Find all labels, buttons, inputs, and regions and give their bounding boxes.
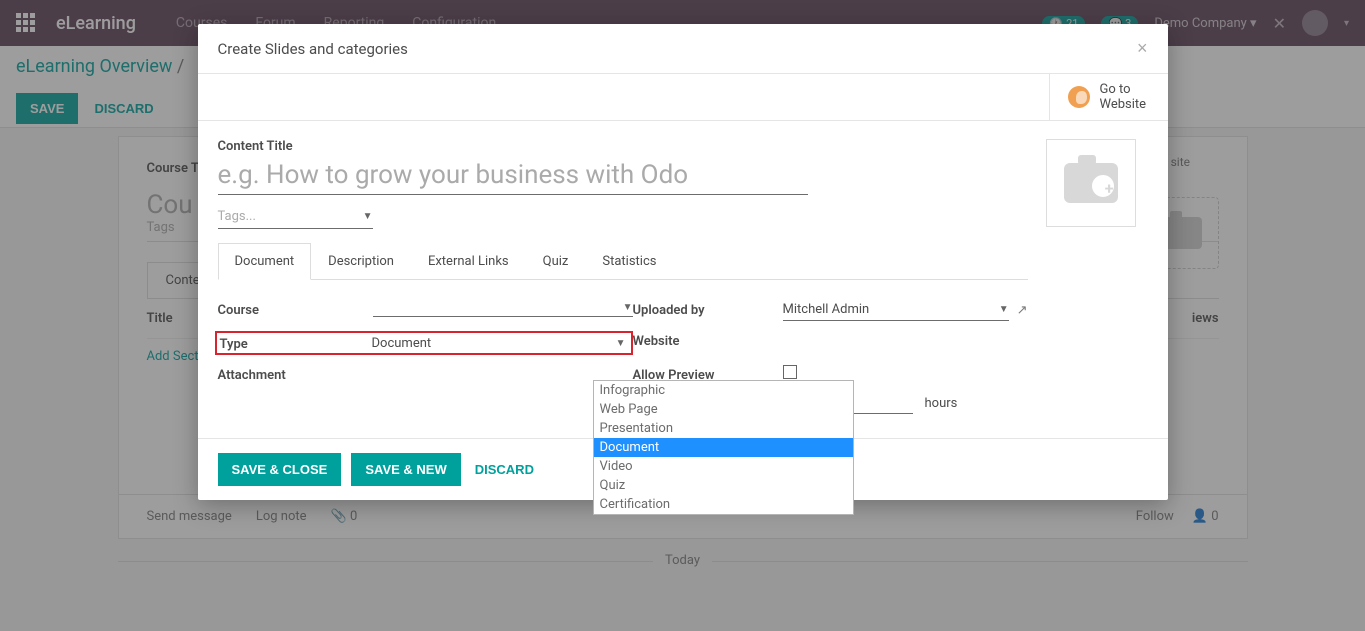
content-title-input[interactable]: e.g. How to grow your business with Odo: [218, 158, 808, 195]
tab-document[interactable]: Document: [218, 243, 312, 280]
content-title-label: Content Title: [218, 139, 1028, 154]
chevron-down-icon: ▼: [616, 338, 626, 349]
website-label: Website: [633, 331, 783, 349]
modal-header: Create Slides and categories ×: [198, 24, 1168, 74]
tab-quiz[interactable]: Quiz: [526, 243, 586, 279]
close-icon[interactable]: ×: [1137, 38, 1148, 59]
type-option-certification[interactable]: Certification: [594, 495, 853, 514]
type-option-document[interactable]: Document: [594, 438, 853, 457]
type-option-presentation[interactable]: Presentation: [594, 419, 853, 438]
external-link-icon[interactable]: ↗: [1017, 303, 1028, 318]
goto-website-button[interactable]: Go to Website: [1049, 74, 1168, 120]
type-row-highlight: Type Document ▼: [215, 331, 633, 355]
chevron-down-icon: ▼: [999, 304, 1009, 315]
tab-description[interactable]: Description: [311, 243, 411, 279]
uploaded-by-input[interactable]: Mitchell Admin ▼: [783, 300, 1009, 321]
hours-label: hours: [925, 396, 958, 411]
camera-icon: +: [1064, 163, 1118, 203]
type-dropdown: Infographic Web Page Presentation Docume…: [593, 380, 854, 515]
type-option-webpage[interactable]: Web Page: [594, 400, 853, 419]
save-new-button[interactable]: SAVE & NEW: [351, 453, 460, 486]
tags-input[interactable]: Tags... ▼: [218, 207, 373, 229]
modal-subheader: Go to Website: [198, 74, 1168, 121]
type-option-quiz[interactable]: Quiz: [594, 476, 853, 495]
tab-external-links[interactable]: External Links: [411, 243, 526, 279]
type-option-video[interactable]: Video: [594, 457, 853, 476]
image-upload[interactable]: +: [1046, 139, 1136, 227]
type-select[interactable]: Document ▼: [372, 336, 632, 351]
allow-preview-checkbox[interactable]: [783, 365, 797, 379]
tab-statistics[interactable]: Statistics: [585, 243, 673, 279]
goto-website-label: Go to Website: [1100, 82, 1150, 112]
modal-tabs: Document Description External Links Quiz…: [218, 243, 1028, 280]
save-close-button[interactable]: SAVE & CLOSE: [218, 453, 342, 486]
chevron-down-icon: ▼: [623, 302, 633, 313]
course-input[interactable]: ▼: [373, 300, 633, 317]
uploaded-by-label: Uploaded by: [633, 300, 783, 318]
attachment-label: Attachment: [218, 365, 373, 383]
globe-icon: [1068, 86, 1090, 108]
course-label: Course: [218, 300, 373, 318]
chevron-down-icon: ▼: [363, 211, 373, 222]
modal-title: Create Slides and categories: [218, 40, 408, 58]
type-label: Type: [217, 334, 372, 352]
type-option-infographic[interactable]: Infographic: [594, 381, 853, 400]
create-slides-modal: Create Slides and categories × Go to Web…: [198, 24, 1168, 500]
modal-discard-button[interactable]: DISCARD: [471, 454, 538, 485]
